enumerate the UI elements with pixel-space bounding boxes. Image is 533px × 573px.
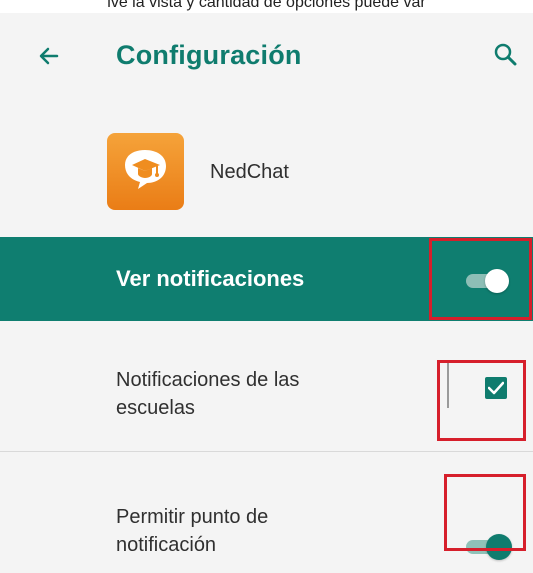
app-info-row: NedChat (0, 119, 533, 219)
school-notifications-label-line2: escuelas (116, 397, 195, 419)
school-notifications-row[interactable]: Notificaciones de las escuelas (0, 321, 533, 453)
app-name: NedChat (210, 161, 289, 183)
master-notifications-label: Ver notificaciones (116, 266, 305, 291)
search-icon[interactable] (491, 40, 521, 70)
school-notifications-label: Notificaciones de las escuelas (116, 366, 299, 422)
divider (447, 361, 449, 408)
checkmark-icon (488, 381, 504, 395)
switch-thumb (486, 534, 512, 560)
notification-dot-row[interactable]: Permitir punto de notificación (0, 452, 533, 573)
page-title: Configuración (116, 40, 302, 70)
master-notifications-row[interactable]: Ver notificaciones (0, 237, 533, 321)
notification-dot-label: Permitir punto de notificación (116, 503, 268, 559)
notification-dot-label-line2: notificación (116, 534, 217, 556)
switch-thumb (485, 269, 509, 293)
nedchat-logo-icon (107, 133, 184, 210)
checkbox-highlight-box (437, 360, 526, 441)
notification-dot-label-line1: Permitir punto de (116, 506, 269, 528)
notification-dot-switch[interactable] (462, 534, 516, 560)
app-bar: Configuración (0, 13, 533, 103)
school-notifications-label-line1: Notificaciones de las (116, 369, 300, 391)
school-notifications-checkbox[interactable] (485, 377, 507, 399)
top-caption: ive la vista y cantidad de opciones pued… (0, 0, 533, 13)
master-notifications-switch[interactable] (463, 269, 515, 293)
settings-page: Configuración NedChat Ver notificaciones (0, 13, 533, 573)
arrow-back-icon[interactable] (34, 41, 64, 71)
